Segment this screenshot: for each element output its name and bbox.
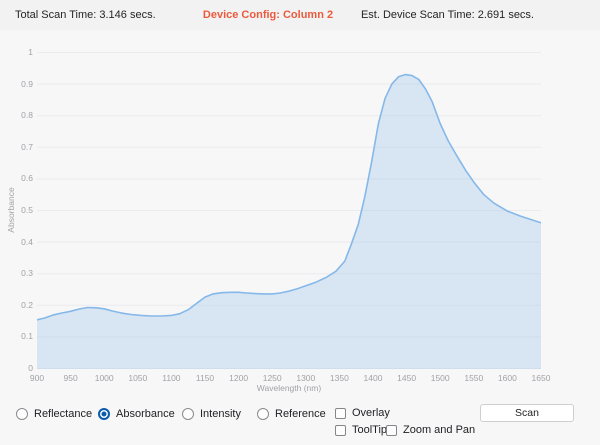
y-tick-label: 1: [0, 47, 33, 57]
radio-intensity[interactable]: Intensity: [182, 408, 241, 420]
radio-unselected-icon[interactable]: [182, 408, 194, 420]
scan-app-window: Total Scan Time: 3.146 secs. Device Conf…: [0, 0, 600, 445]
radio-selected-icon[interactable]: [98, 408, 110, 420]
checkbox-unchecked-icon[interactable]: [386, 425, 397, 436]
x-tick-label: 1400: [364, 373, 383, 383]
radio-reference-label: Reference: [275, 408, 326, 420]
radio-unselected-icon[interactable]: [16, 408, 28, 420]
y-tick-label: 0.9: [0, 79, 33, 89]
x-tick-label: 1300: [296, 373, 315, 383]
x-tick-label: 1250: [263, 373, 282, 383]
x-tick-label: 1350: [330, 373, 349, 383]
checkbox-zoom-and-pan-label: Zoom and Pan: [403, 424, 475, 436]
y-tick-label: 0.5: [0, 205, 33, 215]
absorbance-chart: [37, 52, 541, 369]
x-tick-label: 1100: [162, 373, 180, 383]
checkbox-overlay[interactable]: Overlay: [335, 407, 390, 419]
y-tick-label: 0.2: [0, 300, 33, 310]
x-tick-label: 1600: [498, 373, 517, 383]
checkbox-zoom-and-pan[interactable]: Zoom and Pan: [386, 424, 475, 436]
checkbox-unchecked-icon[interactable]: [335, 408, 346, 419]
x-tick-label: 1150: [196, 373, 214, 383]
radio-reflectance-label: Reflectance: [34, 408, 92, 420]
radio-intensity-label: Intensity: [200, 408, 241, 420]
x-axis-title: Wavelength (nm): [257, 383, 321, 393]
y-tick-label: 0.4: [0, 237, 33, 247]
status-bar: Total Scan Time: 3.146 secs. Device Conf…: [0, 0, 600, 30]
y-tick-label: 0.1: [0, 331, 33, 341]
checkbox-overlay-label: Overlay: [352, 407, 390, 419]
y-tick-label: 0.6: [0, 173, 33, 183]
x-tick-label: 1200: [229, 373, 248, 383]
est-device-scan-time: Est. Device Scan Time: 2.691 secs.: [361, 9, 534, 21]
y-tick-label: 0.3: [0, 268, 33, 278]
total-scan-time: Total Scan Time: 3.146 secs.: [15, 9, 156, 21]
y-tick-label: 0.7: [0, 142, 33, 152]
radio-reflectance[interactable]: Reflectance: [16, 408, 92, 420]
y-tick-label: 0.8: [0, 110, 33, 120]
x-tick-label: 1050: [128, 373, 147, 383]
device-config: Device Config: Column 2: [203, 9, 333, 21]
scan-button[interactable]: Scan: [480, 404, 574, 422]
checkbox-tooltip-label: ToolTip: [352, 424, 387, 436]
x-tick-label: 1550: [464, 373, 483, 383]
radio-absorbance[interactable]: Absorbance: [98, 408, 175, 420]
y-tick-label: 0: [0, 363, 33, 373]
x-tick-label: 1000: [95, 373, 114, 383]
checkbox-tooltip[interactable]: ToolTip: [335, 424, 387, 436]
x-tick-label: 1450: [397, 373, 416, 383]
radio-reference[interactable]: Reference: [257, 408, 326, 420]
x-tick-label: 1500: [431, 373, 450, 383]
checkbox-unchecked-icon[interactable]: [335, 425, 346, 436]
x-tick-label: 950: [64, 373, 78, 383]
x-tick-label: 1650: [532, 373, 551, 383]
radio-unselected-icon[interactable]: [257, 408, 269, 420]
x-tick-label: 900: [30, 373, 44, 383]
radio-absorbance-label: Absorbance: [116, 408, 175, 420]
